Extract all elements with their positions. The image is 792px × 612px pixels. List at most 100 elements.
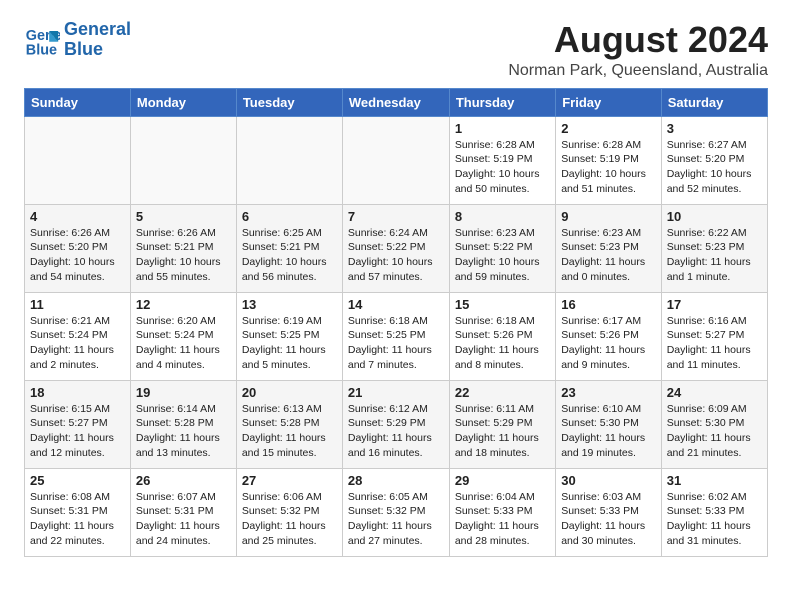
day-number: 4 (30, 209, 125, 224)
day-info: Sunrise: 6:27 AM Sunset: 5:20 PM Dayligh… (667, 138, 762, 197)
day-info: Sunrise: 6:14 AM Sunset: 5:28 PM Dayligh… (136, 402, 231, 461)
day-number: 2 (561, 121, 656, 136)
calendar-cell: 15Sunrise: 6:18 AM Sunset: 5:26 PM Dayli… (449, 292, 555, 380)
day-info: Sunrise: 6:07 AM Sunset: 5:31 PM Dayligh… (136, 490, 231, 549)
calendar-header-row: SundayMondayTuesdayWednesdayThursdayFrid… (25, 88, 768, 116)
day-number: 1 (455, 121, 550, 136)
calendar-cell: 14 Sunrise: 6:18 AM Sunset: 5:25 PM Dayli… (342, 292, 449, 380)
svg-text:Blue: Blue (26, 42, 57, 58)
week-row-2: 4 Sunrise: 6:26 AM Sunset: 5:20 PM Daylig… (25, 204, 768, 292)
day-info: Sunrise: 6:08 AM Sunset: 5:31 PM Dayligh… (30, 490, 125, 549)
day-number: 23 (561, 385, 656, 400)
logo-icon: General Blue (24, 22, 60, 58)
day-info: Sunrise: 6:10 AM Sunset: 5:30 PM Dayligh… (561, 402, 656, 461)
day-number: 18 (30, 385, 125, 400)
calendar-cell: 9Sunrise: 6:23 AM Sunset: 5:23 PM Daylig… (556, 204, 662, 292)
week-row-3: 11 Sunrise: 6:21 AM Sunset: 5:24 PM Dayli… (25, 292, 768, 380)
calendar-cell: 28 Sunrise: 6:05 AM Sunset: 5:32 PM Dayli… (342, 468, 449, 556)
day-info: Sunrise: 6:18 AM Sunset: 5:25 PM Dayligh… (348, 314, 444, 373)
day-info: Sunrise: 6:23 AM Sunset: 5:22 PM Dayligh… (455, 226, 550, 285)
day-info: Sunrise: 6:18 AM Sunset: 5:26 PM Dayligh… (455, 314, 550, 373)
day-number: 20 (242, 385, 337, 400)
day-number: 27 (242, 473, 337, 488)
day-number: 7 (348, 209, 444, 224)
day-number: 11 (30, 297, 125, 312)
week-row-1: 1 Sunrise: 6:28 AM Sunset: 5:19 PM Daylig… (25, 116, 768, 204)
main-title: August 2024 (508, 20, 768, 60)
day-info: Sunrise: 6:05 AM Sunset: 5:32 PM Dayligh… (348, 490, 444, 549)
subtitle: Norman Park, Queensland, Australia (508, 62, 768, 80)
day-of-week-thursday: Thursday (449, 88, 555, 116)
day-number: 30 (561, 473, 656, 488)
day-info: Sunrise: 6:11 AM Sunset: 5:29 PM Dayligh… (455, 402, 550, 461)
day-number: 6 (242, 209, 337, 224)
day-number: 26 (136, 473, 231, 488)
day-number: 14 (348, 297, 444, 312)
day-info: Sunrise: 6:16 AM Sunset: 5:27 PM Dayligh… (667, 314, 762, 373)
calendar-cell: 27 Sunrise: 6:06 AM Sunset: 5:32 PM Dayli… (236, 468, 342, 556)
calendar-cell: 6 Sunrise: 6:25 AM Sunset: 5:21 PM Daylig… (236, 204, 342, 292)
calendar-cell: 8Sunrise: 6:23 AM Sunset: 5:22 PM Daylig… (449, 204, 555, 292)
day-of-week-wednesday: Wednesday (342, 88, 449, 116)
day-number: 28 (348, 473, 444, 488)
calendar-cell: 2 Sunrise: 6:28 AM Sunset: 5:19 PM Daylig… (556, 116, 662, 204)
day-number: 17 (667, 297, 762, 312)
day-info: Sunrise: 6:24 AM Sunset: 5:22 PM Dayligh… (348, 226, 444, 285)
day-number: 24 (667, 385, 762, 400)
day-of-week-sunday: Sunday (25, 88, 131, 116)
week-row-5: 25 Sunrise: 6:08 AM Sunset: 5:31 PM Dayli… (25, 468, 768, 556)
day-info: Sunrise: 6:22 AM Sunset: 5:23 PM Dayligh… (667, 226, 762, 285)
calendar-cell (130, 116, 236, 204)
day-number: 29 (455, 473, 550, 488)
calendar-cell (342, 116, 449, 204)
calendar-cell (236, 116, 342, 204)
day-number: 21 (348, 385, 444, 400)
day-info: Sunrise: 6:04 AM Sunset: 5:33 PM Dayligh… (455, 490, 550, 549)
day-info: Sunrise: 6:19 AM Sunset: 5:25 PM Dayligh… (242, 314, 337, 373)
day-info: Sunrise: 6:20 AM Sunset: 5:24 PM Dayligh… (136, 314, 231, 373)
calendar-cell: 7 Sunrise: 6:24 AM Sunset: 5:22 PM Daylig… (342, 204, 449, 292)
day-info: Sunrise: 6:02 AM Sunset: 5:33 PM Dayligh… (667, 490, 762, 549)
day-info: Sunrise: 6:12 AM Sunset: 5:29 PM Dayligh… (348, 402, 444, 461)
day-info: Sunrise: 6:23 AM Sunset: 5:23 PM Dayligh… (561, 226, 656, 285)
day-info: Sunrise: 6:03 AM Sunset: 5:33 PM Dayligh… (561, 490, 656, 549)
day-number: 5 (136, 209, 231, 224)
calendar-cell: 17 Sunrise: 6:16 AM Sunset: 5:27 PM Dayli… (661, 292, 767, 380)
calendar-cell: 20 Sunrise: 6:13 AM Sunset: 5:28 PM Dayli… (236, 380, 342, 468)
calendar-cell: 5Sunrise: 6:26 AM Sunset: 5:21 PM Daylig… (130, 204, 236, 292)
day-info: Sunrise: 6:06 AM Sunset: 5:32 PM Dayligh… (242, 490, 337, 549)
day-number: 31 (667, 473, 762, 488)
day-of-week-friday: Friday (556, 88, 662, 116)
day-info: Sunrise: 6:28 AM Sunset: 5:19 PM Dayligh… (455, 138, 550, 197)
calendar-cell: 1 Sunrise: 6:28 AM Sunset: 5:19 PM Daylig… (449, 116, 555, 204)
header: General Blue General Blue August 2024 No… (24, 20, 768, 80)
day-number: 25 (30, 473, 125, 488)
calendar-cell: 31 Sunrise: 6:02 AM Sunset: 5:33 PM Dayli… (661, 468, 767, 556)
day-info: Sunrise: 6:28 AM Sunset: 5:19 PM Dayligh… (561, 138, 656, 197)
day-of-week-saturday: Saturday (661, 88, 767, 116)
day-info: Sunrise: 6:21 AM Sunset: 5:24 PM Dayligh… (30, 314, 125, 373)
day-number: 3 (667, 121, 762, 136)
day-number: 10 (667, 209, 762, 224)
calendar-cell: 23 Sunrise: 6:10 AM Sunset: 5:30 PM Dayli… (556, 380, 662, 468)
day-number: 22 (455, 385, 550, 400)
day-info: Sunrise: 6:26 AM Sunset: 5:20 PM Dayligh… (30, 226, 125, 285)
calendar-cell: 11 Sunrise: 6:21 AM Sunset: 5:24 PM Dayli… (25, 292, 131, 380)
calendar-cell: 3 Sunrise: 6:27 AM Sunset: 5:20 PM Daylig… (661, 116, 767, 204)
calendar-cell: 13Sunrise: 6:19 AM Sunset: 5:25 PM Dayli… (236, 292, 342, 380)
calendar-cell: 4 Sunrise: 6:26 AM Sunset: 5:20 PM Daylig… (25, 204, 131, 292)
calendar-cell: 18 Sunrise: 6:15 AM Sunset: 5:27 PM Dayli… (25, 380, 131, 468)
calendar-cell: 12Sunrise: 6:20 AM Sunset: 5:24 PM Dayli… (130, 292, 236, 380)
day-info: Sunrise: 6:15 AM Sunset: 5:27 PM Dayligh… (30, 402, 125, 461)
day-info: Sunrise: 6:17 AM Sunset: 5:26 PM Dayligh… (561, 314, 656, 373)
calendar-cell: 22 Sunrise: 6:11 AM Sunset: 5:29 PM Dayli… (449, 380, 555, 468)
day-info: Sunrise: 6:25 AM Sunset: 5:21 PM Dayligh… (242, 226, 337, 285)
calendar-cell: 30 Sunrise: 6:03 AM Sunset: 5:33 PM Dayli… (556, 468, 662, 556)
calendar-cell: 10 Sunrise: 6:22 AM Sunset: 5:23 PM Dayli… (661, 204, 767, 292)
calendar: SundayMondayTuesdayWednesdayThursdayFrid… (24, 88, 768, 557)
day-info: Sunrise: 6:09 AM Sunset: 5:30 PM Dayligh… (667, 402, 762, 461)
day-of-week-monday: Monday (130, 88, 236, 116)
day-info: Sunrise: 6:13 AM Sunset: 5:28 PM Dayligh… (242, 402, 337, 461)
logo-general: General (64, 20, 131, 40)
logo-blue: Blue (64, 40, 131, 60)
